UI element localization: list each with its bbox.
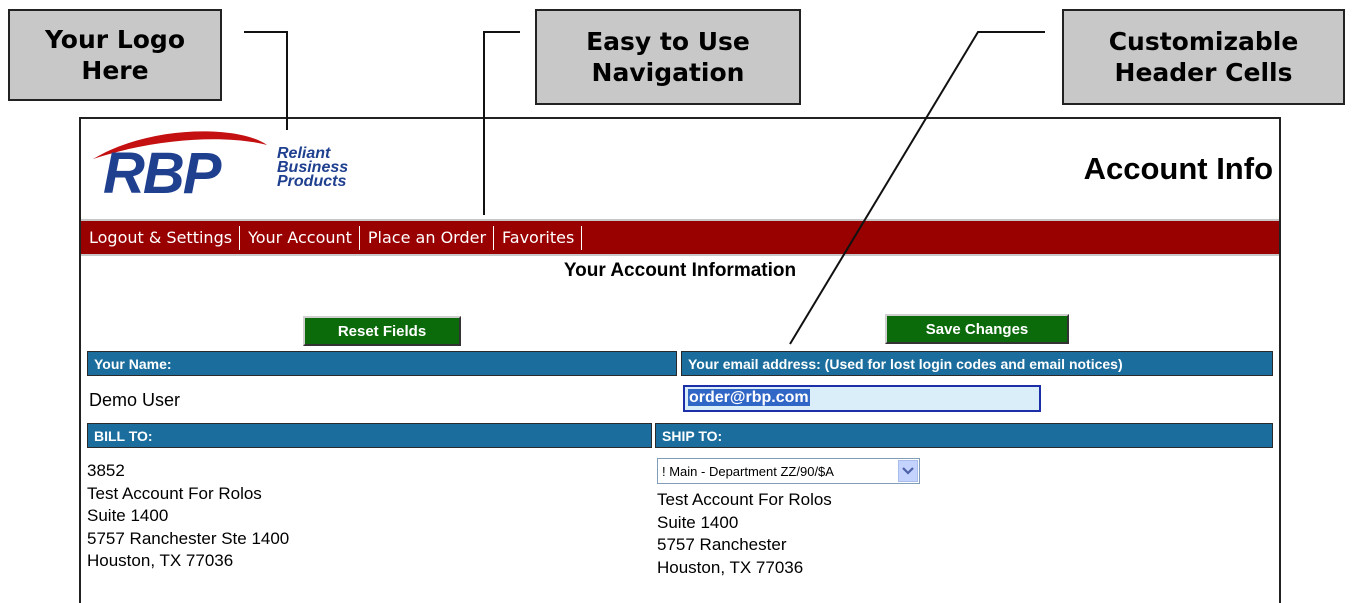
callout-customizable-header-cells: Customizable Header Cells [1062, 9, 1345, 105]
bill-to-address: 3852 Test Account For Rolos Suite 1400 5… [87, 460, 289, 573]
ship-to-address: Test Account For Rolos Suite 1400 5757 R… [657, 489, 832, 579]
email-field[interactable]: order@rbp.com [683, 385, 1041, 412]
nav-favorites[interactable]: Favorites [494, 225, 583, 250]
ship-to-line: Test Account For Rolos [657, 490, 832, 509]
main-navigation-bar: Logout & Settings Your Account Place an … [81, 219, 1279, 256]
nav-place-an-order[interactable]: Place an Order [360, 225, 495, 250]
reset-fields-button[interactable]: Reset Fields [303, 316, 461, 346]
bill-to-line: Test Account For Rolos [87, 483, 262, 503]
ship-to-selected-value: ! Main - Department ZZ/90/$A [662, 463, 834, 479]
email-field-value: order@rbp.com [688, 389, 810, 406]
bill-to-line: Houston, TX 77036 [87, 551, 234, 570]
save-changes-button[interactable]: Save Changes [885, 314, 1069, 344]
ship-to-line: 5757 Ranchester [657, 535, 787, 554]
ship-to-address-select[interactable]: ! Main - Department ZZ/90/$A [657, 458, 920, 484]
bill-to-line: Suite 1400 [87, 506, 169, 525]
section-title: Your Account Information [563, 260, 797, 281]
email-address-header: Your email address: (Used for lost login… [681, 351, 1273, 376]
callout-your-logo-here: Your Logo Here [8, 9, 222, 101]
leader-line-logo [244, 31, 288, 130]
page-heading: Account Info [1083, 151, 1273, 186]
bill-to-header: BILL TO: [87, 423, 652, 448]
ship-to-header: SHIP TO: [655, 423, 1273, 448]
user-name-value: Demo User [89, 390, 181, 410]
logo-initials: RBP [103, 141, 221, 206]
bill-to-line: 3852 [87, 461, 125, 480]
chevron-down-icon[interactable] [898, 460, 918, 482]
nav-your-account[interactable]: Your Account [240, 225, 360, 250]
ship-to-line: Houston, TX 77036 [657, 557, 804, 577]
callout-easy-to-use-navigation: Easy to Use Navigation [535, 9, 801, 105]
bill-to-line: 5757 Ranchester Ste 1400 [87, 528, 290, 548]
company-logo[interactable]: RBP Reliant Business Products [89, 127, 389, 207]
logo-name-line-3: Products [277, 173, 347, 190]
nav-logout-settings[interactable]: Logout & Settings [81, 225, 241, 250]
ship-to-line: Suite 1400 [657, 512, 739, 532]
your-name-header: Your Name: [87, 351, 677, 376]
